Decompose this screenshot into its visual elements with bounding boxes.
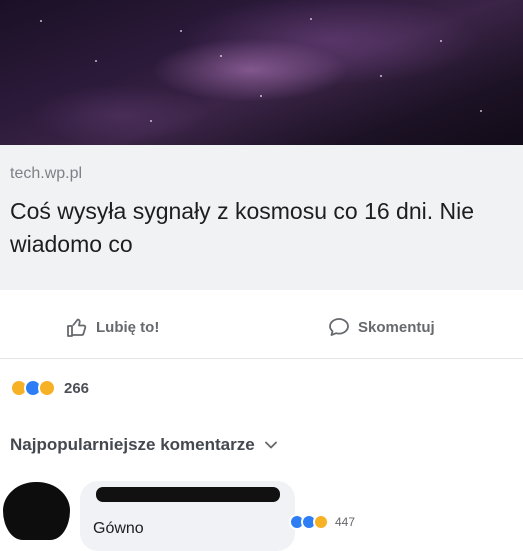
reaction-count: 266 bbox=[64, 379, 90, 397]
haha-reaction-icon bbox=[313, 514, 329, 530]
like-button[interactable]: Lubię to! bbox=[66, 317, 159, 337]
speech-bubble-icon bbox=[328, 317, 350, 337]
link-domain: tech.wp.pl bbox=[10, 165, 83, 182]
link-headline[interactable]: Coś wysyła sygnały z kosmosu co 16 dni. … bbox=[10, 195, 510, 261]
comment-reaction-summary[interactable]: 447 bbox=[289, 514, 355, 530]
reaction-summary[interactable]: 266 bbox=[10, 379, 89, 397]
comment-label: Skomentuj bbox=[358, 318, 435, 336]
post-action-bar: Lubię to! Skomentuj bbox=[0, 300, 523, 359]
comment-sort-dropdown[interactable]: Najpopularniejsze komentarze bbox=[10, 435, 277, 455]
chevron-down-icon bbox=[264, 441, 277, 449]
wow-reaction-icon bbox=[38, 379, 56, 397]
comment-sort-label: Najpopularniejsze komentarze bbox=[10, 435, 255, 454]
like-label: Lubię to! bbox=[96, 318, 160, 336]
avatar[interactable] bbox=[3, 482, 70, 540]
link-preview-image[interactable] bbox=[0, 0, 523, 145]
thumbs-up-icon bbox=[66, 317, 88, 337]
comment-text: Gówno bbox=[93, 520, 144, 537]
comment-button[interactable]: Skomentuj bbox=[328, 317, 435, 337]
commenter-name-redacted bbox=[96, 487, 280, 502]
comment-reaction-count: 447 bbox=[335, 515, 356, 529]
